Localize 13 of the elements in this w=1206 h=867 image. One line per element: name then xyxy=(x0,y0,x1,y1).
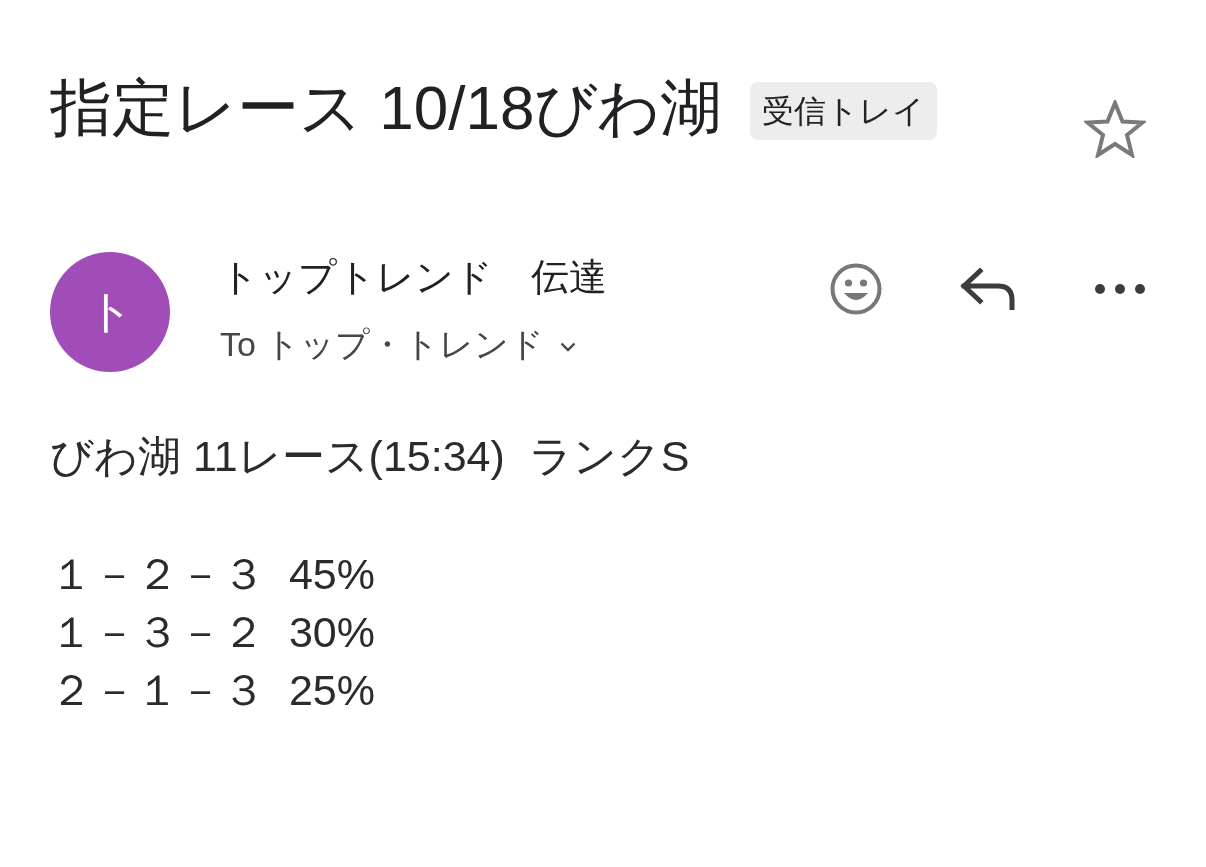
prediction-line: ２－１－３ 25% xyxy=(50,665,376,716)
inbox-label[interactable]: 受信トレイ xyxy=(750,82,938,140)
sender-avatar: ト xyxy=(50,252,170,372)
reply-icon[interactable] xyxy=(960,268,1016,310)
email-subject: 指定レース 10/18びわ湖 xyxy=(50,76,723,140)
prediction-line: １－２－３ 45% xyxy=(50,549,376,600)
smiley-icon[interactable] xyxy=(830,263,882,315)
sender-name: トップトレンド 伝達 xyxy=(220,255,607,300)
recipients-toggle[interactable]: To トップ・トレンド xyxy=(220,322,577,366)
prediction-line: １－３－２ 30% xyxy=(50,607,376,658)
more-options-icon[interactable] xyxy=(1094,283,1146,295)
star-icon[interactable] xyxy=(1084,100,1146,158)
race-summary: びわ湖 11レース(15:34) ランクS xyxy=(50,431,691,482)
